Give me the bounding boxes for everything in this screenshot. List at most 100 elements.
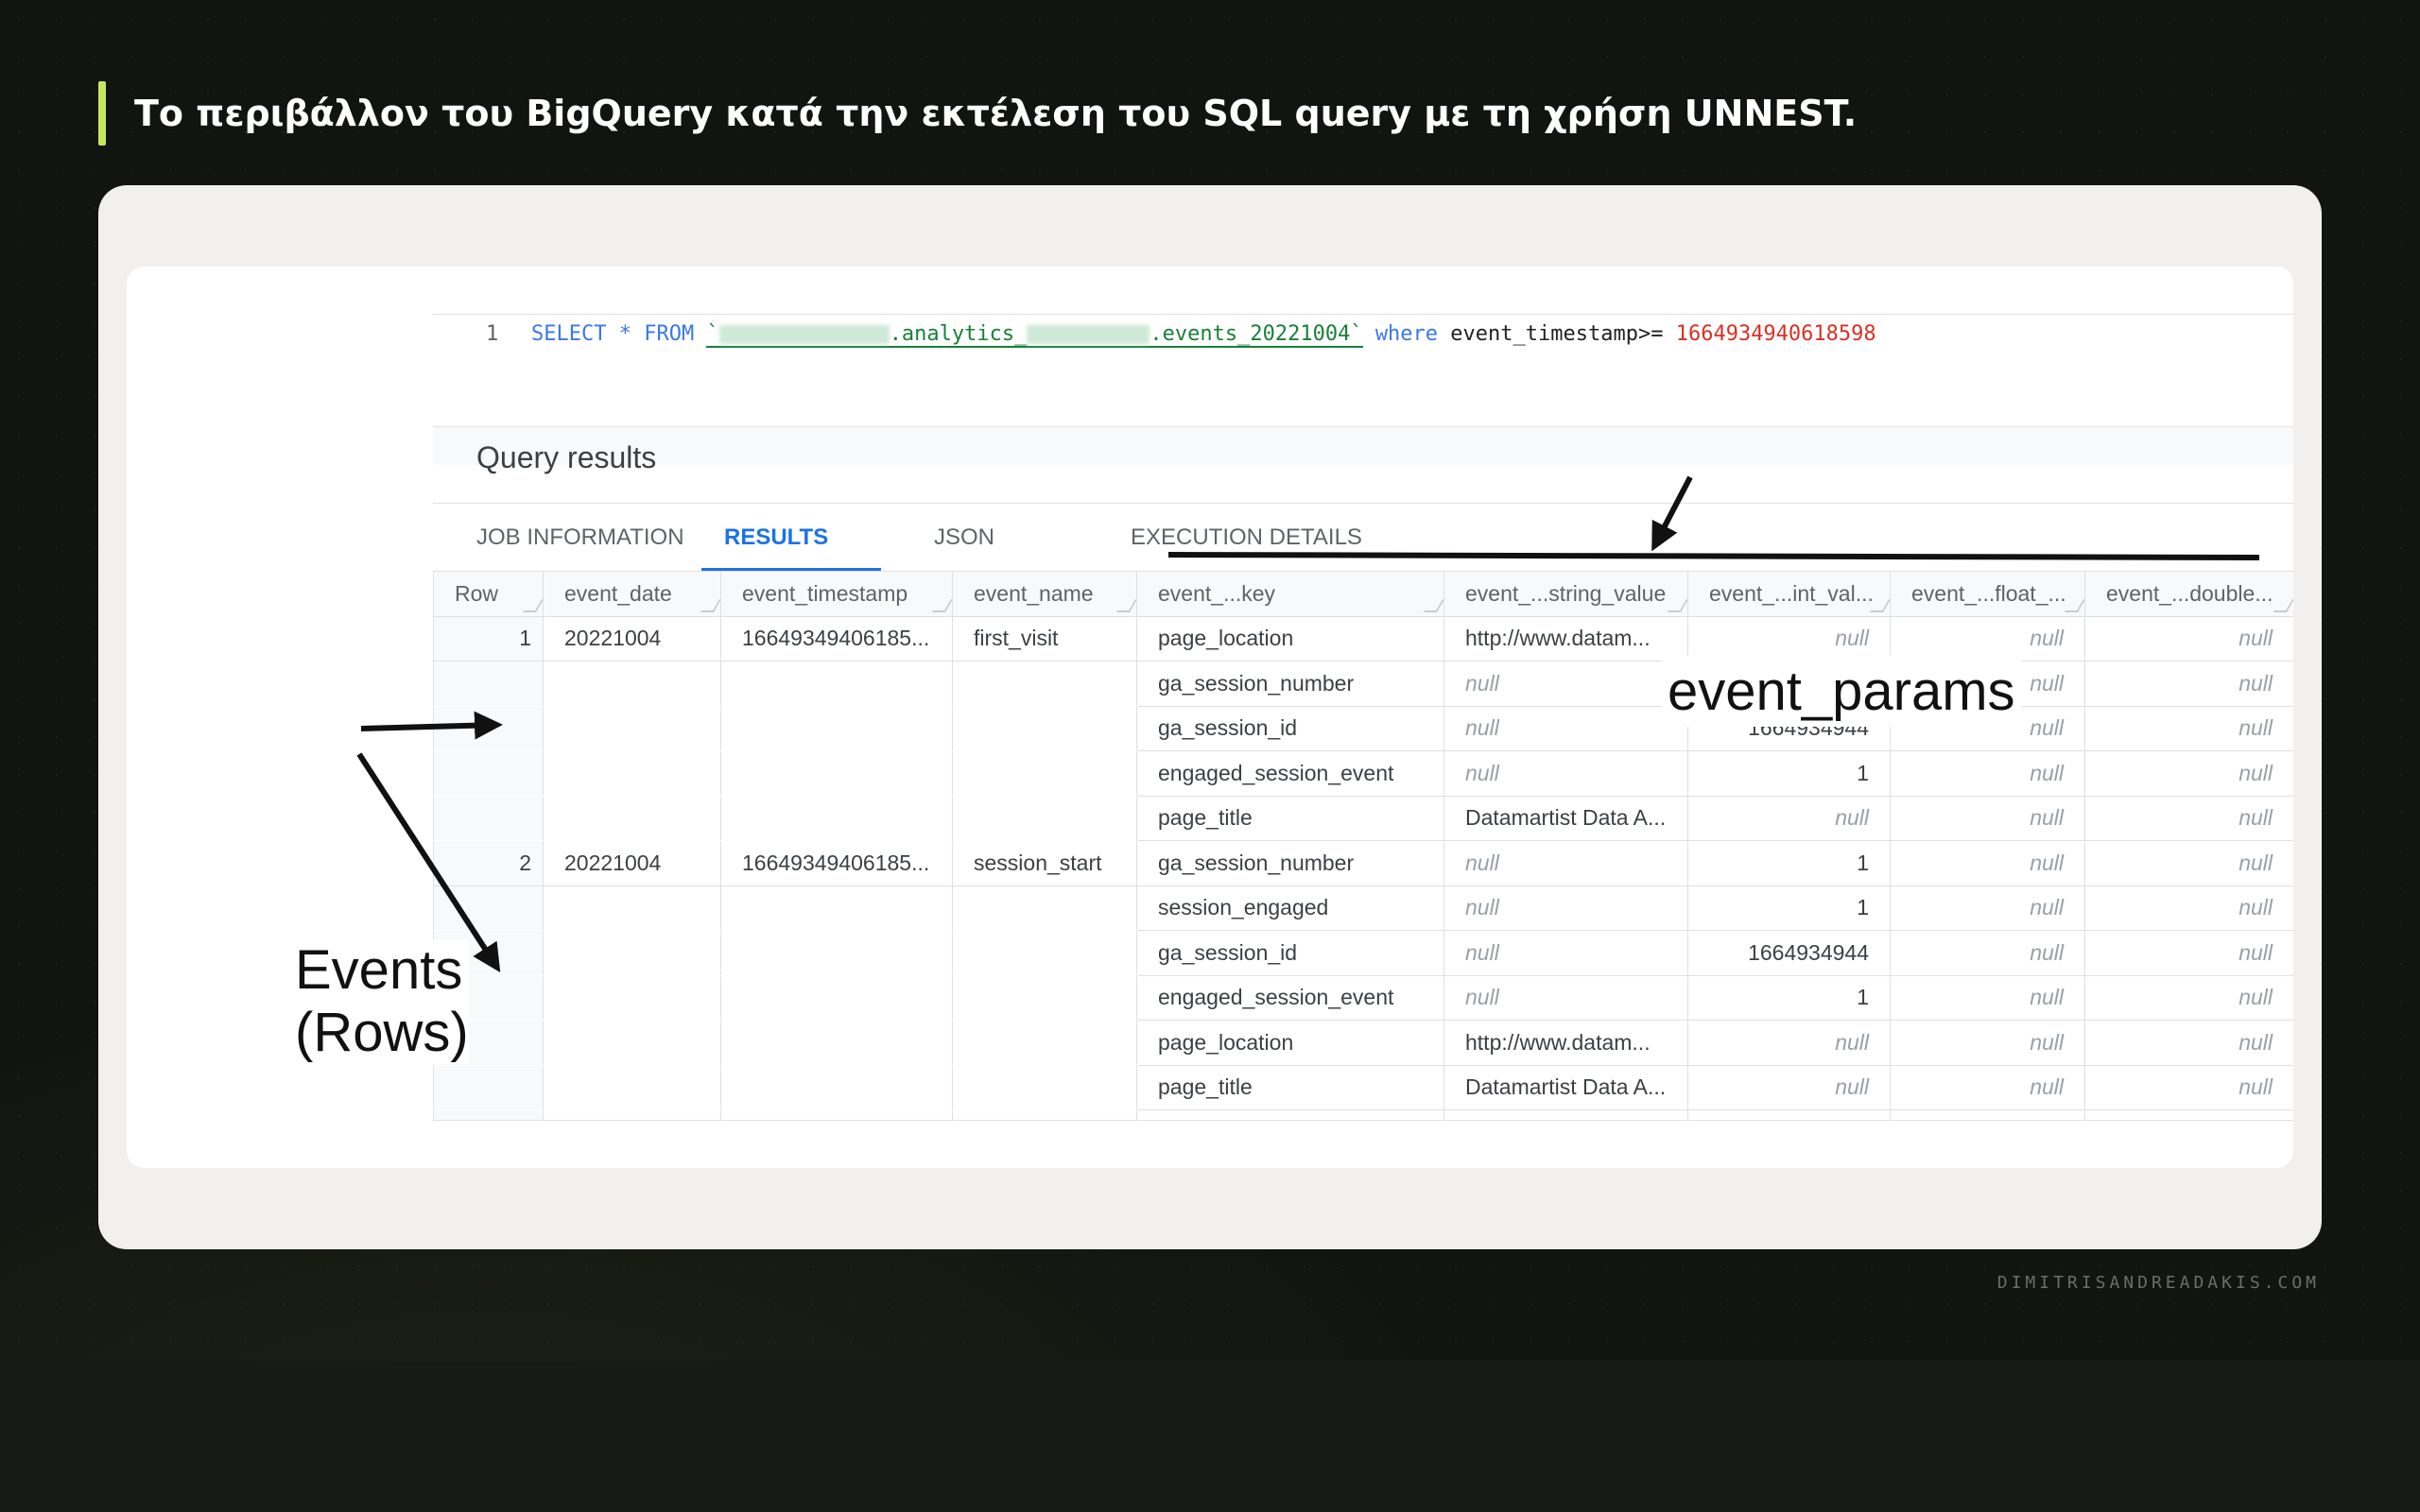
event-name-cell[interactable] [952,1020,1137,1066]
param-key-cell[interactable]: page_title [1136,1064,1444,1110]
row-number-cell[interactable] [433,750,544,797]
col-header-event-timestamp[interactable]: event_timestamp [720,571,953,617]
param-key-cell[interactable]: engaged_session_event [1136,974,1444,1021]
event-timestamp-cell[interactable] [720,974,953,1021]
event-date-cell[interactable] [543,750,721,797]
row-number-cell[interactable]: 1 [433,615,544,662]
int-value-cell[interactable]: 1 [1687,885,1891,931]
param-key-cell[interactable]: page_title [1136,795,1444,841]
row-number-cell[interactable] [433,705,544,751]
event-timestamp-cell[interactable] [720,705,953,751]
double-value-cell[interactable]: null [2084,885,2293,931]
tab-job-information[interactable]: JOB INFORMATION [476,524,684,551]
string-value-cell[interactable]: null [1443,750,1688,797]
col-header-row[interactable]: Row [433,571,544,617]
event-name-cell[interactable] [952,705,1137,751]
int-value-cell[interactable]: null [1687,1064,1891,1110]
param-key-cell[interactable]: ga_session_id [1136,705,1444,751]
param-key-cell[interactable]: ga_session_number [1136,661,1444,707]
row-number-cell[interactable] [433,885,544,931]
float-value-cell[interactable]: null [1890,1020,2085,1066]
string-value-cell[interactable]: Datamartist Data A... [1443,1064,1688,1110]
event-name-cell[interactable] [952,930,1137,976]
double-value-cell[interactable]: null [2084,615,2293,662]
param-key-cell[interactable]: page_location [1136,615,1444,662]
float-value-cell[interactable]: null [1890,840,2085,886]
col-header-int-value[interactable]: event_...int_val... [1687,571,1891,617]
int-value-cell[interactable]: null [1687,795,1891,841]
sql-editor[interactable]: 1 SELECT * FROM ` .analytics_ .events_2022… [433,314,2293,465]
event-timestamp-cell[interactable] [720,1020,953,1066]
event-name-cell[interactable]: session_start [952,840,1137,886]
event-name-cell[interactable] [952,1064,1137,1110]
int-value-cell[interactable]: null [1687,1020,1891,1066]
event-date-cell[interactable]: 20221004 [543,615,721,662]
row-number-cell[interactable]: 2 [433,840,544,886]
float-value-cell[interactable]: null [1890,750,2085,797]
string-value-cell[interactable]: null [1443,661,1688,707]
col-header-event-date[interactable]: event_date [543,571,721,617]
string-value-cell[interactable]: Datamartist Data A... [1443,795,1688,841]
string-value-cell[interactable]: null [1443,974,1688,1021]
event-timestamp-cell[interactable] [720,885,953,931]
event-name-cell[interactable] [952,661,1137,707]
int-value-cell[interactable]: 1 [1687,750,1891,797]
param-key-cell[interactable]: ga_session_number [1136,840,1444,886]
int-value-cell[interactable]: 1 [1687,974,1891,1021]
float-value-cell[interactable]: null [1890,974,2085,1021]
event-timestamp-cell[interactable] [720,795,953,841]
event-date-cell[interactable] [543,1020,721,1066]
param-key-cell[interactable]: engaged_session_event [1136,750,1444,797]
string-value-cell[interactable]: null [1443,885,1688,931]
double-value-cell[interactable]: null [2084,795,2293,841]
string-value-cell[interactable]: http://www.datam... [1443,1020,1688,1066]
float-value-cell[interactable]: null [1890,615,2085,662]
event-date-cell[interactable] [543,1064,721,1110]
int-value-cell[interactable]: 1664934944 [1687,930,1891,976]
tab-execution-details[interactable]: EXECUTION DETAILS [1131,524,1362,551]
event-date-cell[interactable] [543,885,721,931]
col-header-float-value[interactable]: event_...float_... [1890,571,2085,617]
event-date-cell[interactable] [543,974,721,1021]
string-value-cell[interactable]: null [1443,705,1688,751]
string-value-cell[interactable]: http://www.datam... [1443,615,1688,662]
event-timestamp-cell[interactable] [720,661,953,707]
event-date-cell[interactable] [543,705,721,751]
param-key-cell[interactable]: page_location [1136,1020,1444,1066]
double-value-cell[interactable]: null [2084,705,2293,751]
param-key-cell[interactable]: session_engaged [1136,885,1444,931]
event-name-cell[interactable] [952,885,1137,931]
col-header-param-key[interactable]: event_...key [1136,571,1444,617]
event-timestamp-cell[interactable] [720,750,953,797]
row-number-cell[interactable] [433,795,544,841]
int-value-cell[interactable]: 1 [1687,840,1891,886]
row-number-cell[interactable] [433,661,544,707]
string-value-cell[interactable]: null [1443,930,1688,976]
float-value-cell[interactable]: null [1890,795,2085,841]
col-header-event-name[interactable]: event_name [952,571,1137,617]
float-value-cell[interactable]: null [1890,1064,2085,1110]
event-timestamp-cell[interactable]: 16649349406185... [720,840,953,886]
col-header-double-value[interactable]: event_...double... [2084,571,2293,617]
event-date-cell[interactable] [543,795,721,841]
event-timestamp-cell[interactable]: 16649349406185... [720,615,953,662]
float-value-cell[interactable]: null [1890,885,2085,931]
float-value-cell[interactable]: null [1890,930,2085,976]
param-key-cell[interactable]: ga_session_id [1136,930,1444,976]
tab-json[interactable]: JSON [934,524,994,551]
col-header-string-value[interactable]: event_...string_value [1443,571,1688,617]
event-timestamp-cell[interactable] [720,1064,953,1110]
double-value-cell[interactable]: null [2084,661,2293,707]
event-name-cell[interactable] [952,974,1137,1021]
event-name-cell[interactable] [952,795,1137,841]
double-value-cell[interactable]: null [2084,974,2293,1021]
event-name-cell[interactable]: first_visit [952,615,1137,662]
int-value-cell[interactable]: null [1687,615,1891,662]
event-name-cell[interactable] [952,750,1137,797]
event-timestamp-cell[interactable] [720,930,953,976]
event-date-cell[interactable] [543,930,721,976]
row-number-cell[interactable] [433,1064,544,1110]
double-value-cell[interactable]: null [2084,840,2293,886]
string-value-cell[interactable]: null [1443,840,1688,886]
double-value-cell[interactable]: null [2084,930,2293,976]
